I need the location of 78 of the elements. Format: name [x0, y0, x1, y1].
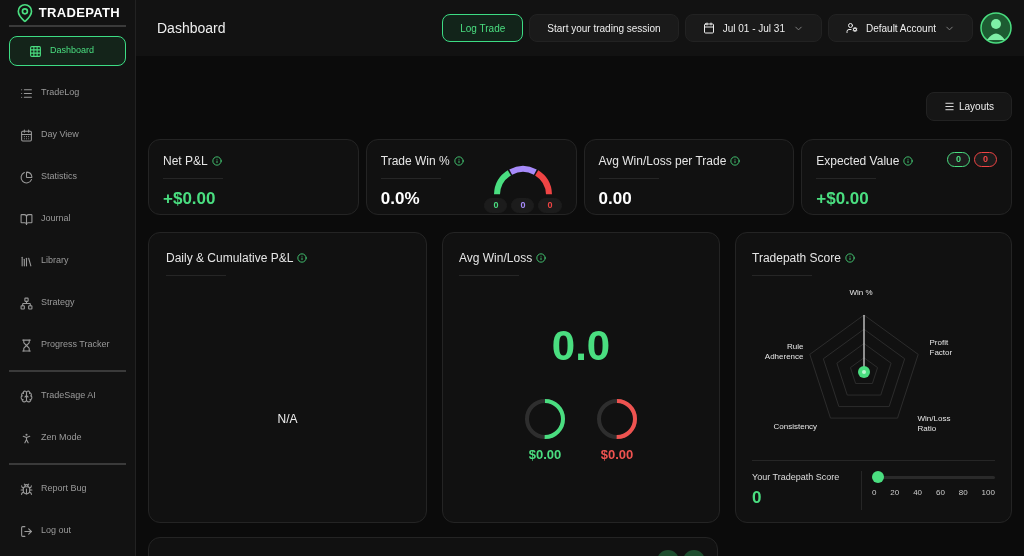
- count-badge: 0: [511, 198, 535, 213]
- tick-label: 40: [913, 487, 923, 499]
- avatar[interactable]: [980, 12, 1012, 44]
- card-title: Avg Win/Loss: [459, 250, 533, 267]
- bug-icon: [20, 482, 33, 496]
- info-icon: [903, 156, 914, 166]
- axis-label: Win/Loss Ratio: [917, 414, 952, 434]
- amount-text: $0.00: [600, 446, 634, 464]
- count-badge: 0: [946, 152, 970, 167]
- empty-text: N/A: [277, 411, 298, 428]
- score-slider[interactable]: [872, 471, 995, 483]
- logo-icon: [15, 2, 35, 23]
- score-label: Your Tradepath Score: [752, 471, 841, 484]
- count-badge: 0: [538, 198, 562, 213]
- brand-name: TRADEPATH: [38, 3, 120, 22]
- axis-label: Profit Factor: [929, 338, 954, 358]
- info-icon: [453, 156, 464, 166]
- stat-value: +$0.00: [163, 188, 217, 210]
- tick-label: 100: [981, 487, 995, 499]
- card-title: Trade Win %: [380, 153, 450, 170]
- sidebar-item[interactable]: Journal: [9, 204, 126, 234]
- tick-label: 0: [872, 487, 877, 499]
- logout-icon: [20, 524, 33, 538]
- calendar-icon: [702, 22, 715, 34]
- library-icon: [20, 254, 33, 268]
- card-title: Daily & Cumulative P&L: [166, 250, 294, 267]
- sidebar-item[interactable]: Statistics: [9, 162, 126, 192]
- stat-value: 0.00: [598, 188, 633, 210]
- menu-icon: [943, 101, 955, 112]
- pie-chart-icon: [20, 170, 33, 184]
- page-title: Dashboard: [157, 18, 226, 38]
- log-trade-button[interactable]: Log Trade: [442, 14, 524, 42]
- info-icon: [844, 253, 855, 263]
- person-icon: [20, 431, 33, 445]
- info-icon: [730, 156, 741, 166]
- sidebar-item[interactable]: Zen Mode: [9, 423, 126, 453]
- list-icon: [20, 86, 33, 100]
- sidebar-item[interactable]: Library: [9, 246, 126, 276]
- average-value: 0.0: [550, 321, 612, 371]
- info-icon: [297, 253, 308, 263]
- sidebar-item[interactable]: TradeSage AI: [9, 381, 126, 411]
- card-title: Avg Win/Loss per Trade: [598, 153, 727, 170]
- slider-thumb[interactable]: [872, 471, 884, 483]
- session-button[interactable]: Start your trading session: [529, 14, 679, 42]
- brain-icon: [20, 389, 33, 403]
- axis-label: Win %: [849, 288, 873, 298]
- account-dropdown[interactable]: Default Account: [827, 14, 973, 42]
- axis-label: Rule Adherence: [763, 342, 804, 362]
- tick-label: 80: [958, 487, 968, 499]
- date-range-dropdown[interactable]: Jul 01 - Jul 31: [684, 14, 822, 42]
- hourglass-icon: [20, 338, 33, 352]
- card-title: Net P&L: [163, 153, 208, 170]
- account-icon: [845, 22, 858, 34]
- calendar-icon: [20, 128, 33, 142]
- axis-label: Consistency: [773, 422, 818, 432]
- layouts-button[interactable]: Layouts: [925, 92, 1012, 121]
- sidebar-item[interactable]: Report Bug: [9, 474, 126, 504]
- info-icon: [211, 156, 222, 166]
- book-icon: [20, 212, 33, 226]
- count-badge: 0: [974, 152, 997, 167]
- info-icon: [536, 253, 547, 263]
- card-title: Expected Value: [816, 153, 900, 170]
- amount-text: $0.00: [528, 446, 562, 464]
- tick-label: 60: [936, 487, 945, 499]
- network-icon: [20, 296, 33, 310]
- stat-value: +$0.00: [816, 188, 870, 210]
- count-badge: 0: [484, 198, 508, 213]
- tick-label: 20: [890, 487, 900, 499]
- sidebar-item[interactable]: Progress Tracker: [9, 330, 126, 360]
- sidebar-item[interactable]: Dashboard: [9, 36, 126, 66]
- card-title: Tradepath Score: [752, 250, 841, 267]
- stat-value: 0.0%: [380, 188, 421, 210]
- sidebar-item[interactable]: TradeLog: [9, 78, 126, 108]
- score-value: 0: [752, 486, 763, 509]
- sidebar-item[interactable]: Strategy: [9, 288, 126, 318]
- sidebar-item[interactable]: Log out: [9, 516, 126, 546]
- grid-icon: [29, 44, 42, 58]
- sidebar-item[interactable]: Day View: [9, 120, 126, 150]
